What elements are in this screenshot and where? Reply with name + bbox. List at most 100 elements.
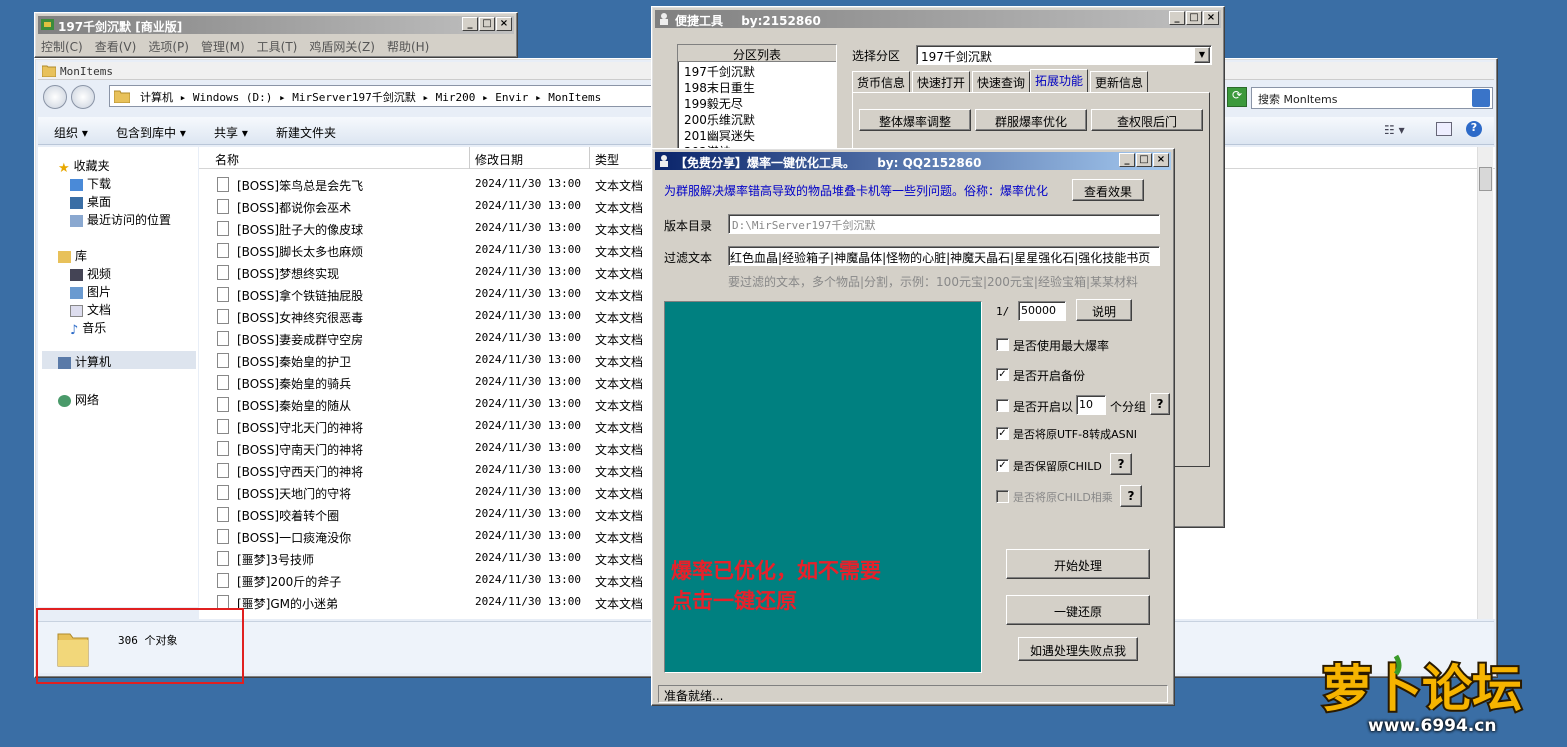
search-icon[interactable] xyxy=(1472,89,1490,107)
path-seg-2[interactable]: MirServer197千剑沉默 xyxy=(292,91,415,104)
group-size-input[interactable]: 10 xyxy=(1076,395,1106,415)
nav-downloads[interactable]: 下载 xyxy=(70,175,111,192)
back-button[interactable] xyxy=(43,85,67,109)
restore-button[interactable]: 一键还原 xyxy=(1006,595,1150,625)
menu-help[interactable]: 帮助(H) xyxy=(387,38,429,55)
file-date: 2024/11/30 13:00 xyxy=(475,485,581,498)
backup-checkbox[interactable]: ✓ xyxy=(996,368,1009,381)
maximize-button[interactable]: □ xyxy=(1136,153,1152,167)
filter-hint: 要过滤的文本，多个物品|分割，示例：100元宝|200元宝|经验宝箱|某某材料 xyxy=(728,275,1138,289)
path-seg-5[interactable]: MonItems xyxy=(548,91,601,104)
group-checkbox[interactable] xyxy=(996,399,1009,412)
window-by: by: QQ2152860 xyxy=(877,156,982,170)
overall-rate-button[interactable]: 整体爆率调整 xyxy=(859,109,971,131)
partition-list[interactable]: 分区列表 197千剑沉默 198末日重生 199毅无尽 200乐维沉默 201幽… xyxy=(677,44,837,154)
nav-network[interactable]: 网络 xyxy=(58,391,99,408)
failure-help-button[interactable]: 如遇处理失败点我 xyxy=(1018,637,1138,661)
minimize-button[interactable]: _ xyxy=(462,17,478,31)
explain-button[interactable]: 说明 xyxy=(1076,299,1132,321)
nav-recent[interactable]: 最近访问的位置 xyxy=(70,211,171,228)
file-name: [BOSS]守北天门的神将 xyxy=(237,421,364,435)
path-seg-4[interactable]: Envir xyxy=(495,91,528,104)
tab-extensions[interactable]: 拓展功能 xyxy=(1030,69,1089,93)
minimize-button[interactable]: _ xyxy=(1169,11,1185,25)
forward-button[interactable] xyxy=(71,85,95,109)
column-name[interactable]: 名称 xyxy=(215,151,239,168)
minimize-button[interactable]: _ xyxy=(1119,153,1135,167)
tab-quick-query[interactable]: 快速查询 xyxy=(972,71,1031,92)
menu-control[interactable]: 控制(C) xyxy=(41,38,83,55)
menu-tools[interactable]: 工具(T) xyxy=(257,38,298,55)
partition-item[interactable]: 200乐维沉默 xyxy=(684,112,836,128)
check-backdoor-button[interactable]: 查权限后门 xyxy=(1091,109,1203,131)
nav-documents[interactable]: 文档 xyxy=(70,301,111,318)
nav-computer[interactable]: 计算机 xyxy=(42,351,196,369)
nav-favorites[interactable]: ★ 收藏夹 xyxy=(58,157,110,176)
group-rate-optimize-button[interactable]: 群服爆率优化 xyxy=(975,109,1087,131)
utf8-convert-label: 是否将原UTF-8转成ASNI xyxy=(1013,428,1138,441)
search-input[interactable]: 搜索 MonItems xyxy=(1251,87,1493,109)
nav-videos[interactable]: 视频 xyxy=(70,265,111,282)
view-options-icon[interactable]: ☷ ▾ xyxy=(1384,123,1405,137)
vertical-scrollbar[interactable] xyxy=(1477,147,1493,619)
column-type[interactable]: 类型 xyxy=(595,151,619,168)
path-seg-0[interactable]: 计算机 xyxy=(140,91,173,104)
path-seg-3[interactable]: Mir200 xyxy=(436,91,476,104)
maximize-button[interactable]: □ xyxy=(1186,11,1202,25)
multiply-child-checkbox[interactable] xyxy=(996,490,1009,503)
group-help-button[interactable]: ? xyxy=(1150,393,1170,415)
file-date: 2024/11/30 13:00 xyxy=(475,507,581,520)
preview-pane-icon[interactable] xyxy=(1436,122,1452,136)
maximize-button[interactable]: □ xyxy=(479,17,495,31)
nav-pictures[interactable]: 图片 xyxy=(70,283,111,300)
multiply-child-help-button[interactable]: ? xyxy=(1120,485,1142,507)
menu-manage[interactable]: 管理(M) xyxy=(201,38,245,55)
share-button[interactable]: 共享 ▾ xyxy=(214,124,248,141)
text-file-icon xyxy=(217,551,229,566)
ratio-input[interactable]: 50000 xyxy=(1018,301,1066,321)
tab-strip: 货币信息 快速打开 快速查询 拓展功能 更新信息 xyxy=(852,69,1212,93)
utf8-convert-checkbox[interactable]: ✓ xyxy=(996,427,1009,440)
max-rate-checkbox[interactable] xyxy=(996,338,1009,351)
address-bar[interactable]: 计算机 ▸ Windows (D:) ▸ MirServer197千剑沉默 ▸ … xyxy=(109,85,653,107)
path-seg-1[interactable]: Windows (D:) xyxy=(193,91,272,104)
partition-item[interactable]: 197千剑沉默 xyxy=(684,64,836,80)
partition-item[interactable]: 198末日重生 xyxy=(684,80,836,96)
new-folder-button[interactable]: 新建文件夹 xyxy=(276,124,336,141)
nav-desktop[interactable]: 桌面 xyxy=(70,193,111,210)
menu-gateway[interactable]: 鸡盾网关(Z) xyxy=(309,38,375,55)
partition-item[interactable]: 201幽冥迷失 xyxy=(684,128,836,144)
keep-child-checkbox[interactable]: ✓ xyxy=(996,459,1009,472)
log-panel: 爆率已优化，如不需要 点击一键还原 xyxy=(664,301,982,673)
keep-child-help-button[interactable]: ? xyxy=(1110,453,1132,475)
partition-item[interactable]: 199毅无尽 xyxy=(684,96,836,112)
scrollbar-thumb[interactable] xyxy=(1479,167,1492,191)
tab-quick-open[interactable]: 快速打开 xyxy=(912,71,971,92)
tab-currency[interactable]: 货币信息 xyxy=(852,71,911,92)
help-icon[interactable]: ? xyxy=(1466,121,1482,137)
text-file-icon xyxy=(217,529,229,544)
close-button[interactable]: × xyxy=(1203,11,1219,25)
refresh-button[interactable]: ⟳ xyxy=(1227,87,1247,107)
start-process-button[interactable]: 开始处理 xyxy=(1006,549,1150,579)
close-button[interactable]: × xyxy=(1153,153,1169,167)
dir-input[interactable]: D:\MirServer197千剑沉默 xyxy=(728,214,1160,234)
organize-button[interactable]: 组织 ▾ xyxy=(54,124,88,141)
menu-view[interactable]: 查看(V) xyxy=(95,38,137,55)
file-date: 2024/11/30 13:00 xyxy=(475,243,581,256)
nav-library[interactable]: 库 xyxy=(58,247,87,264)
view-effect-button[interactable]: 查看效果 xyxy=(1072,179,1144,201)
filter-input[interactable]: 红色血晶|经验箱子|神魔晶体|怪物的心脏|神魔天晶石|星星强化石|强化技能书页 xyxy=(728,246,1160,266)
tab-updates[interactable]: 更新信息 xyxy=(1090,71,1149,92)
nav-music[interactable]: ♪ 音乐 xyxy=(70,319,106,338)
chevron-down-icon[interactable]: ▼ xyxy=(1194,47,1210,63)
file-name: [噩梦]GM的小迷弟 xyxy=(237,597,339,611)
partition-select[interactable]: 197千剑沉默 ▼ xyxy=(916,45,1212,65)
include-library-button[interactable]: 包含到库中 ▾ xyxy=(116,124,186,141)
picture-icon xyxy=(70,286,83,299)
column-date[interactable]: 修改日期 xyxy=(475,151,523,168)
close-button[interactable]: × xyxy=(496,17,512,31)
menu-options[interactable]: 选项(P) xyxy=(148,38,189,55)
computer-icon xyxy=(58,356,71,369)
highlight-box xyxy=(36,608,244,684)
